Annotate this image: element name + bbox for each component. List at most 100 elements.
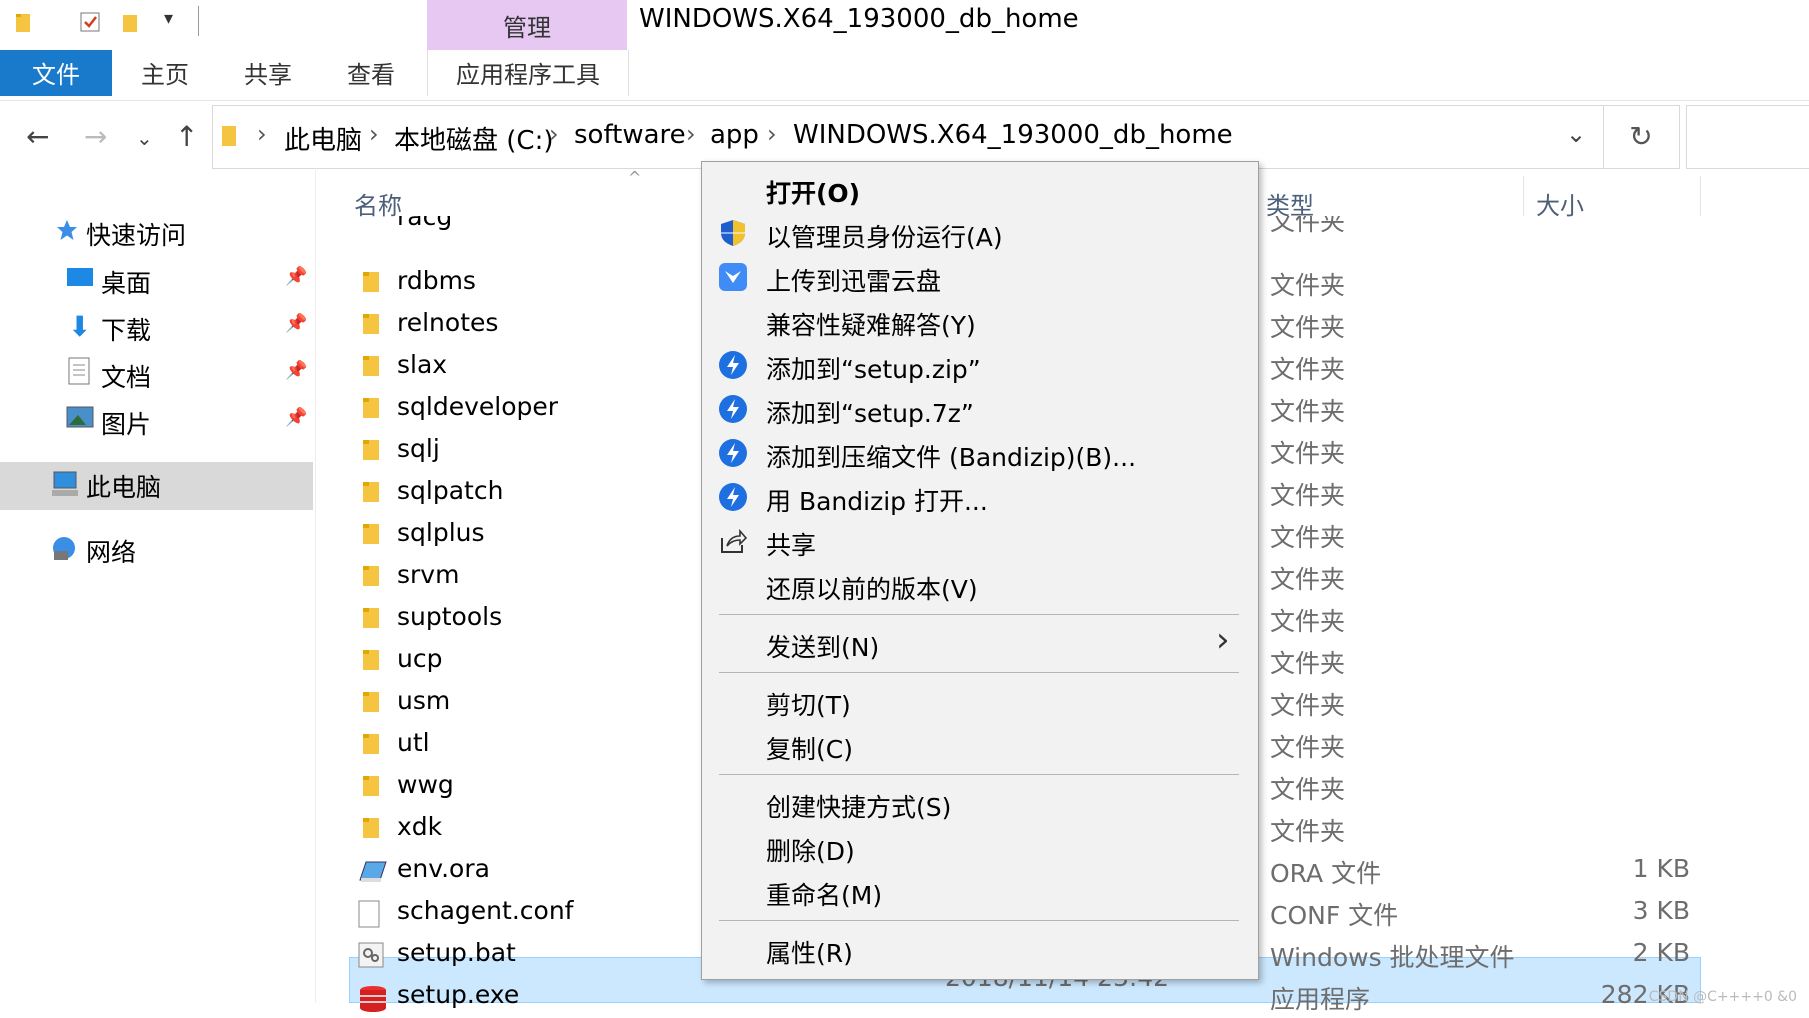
properties-check-icon[interactable] [78, 10, 102, 34]
sidebar-network[interactable]: 网络 [86, 533, 136, 569]
file-name[interactable]: sqldeveloper [397, 392, 558, 421]
file-type: 文件夹 [1270, 607, 1346, 636]
menu-item-share[interactable]: 共享 [766, 526, 816, 562]
refresh-icon[interactable]: ↻ [1603, 105, 1680, 169]
bandizip-icon [719, 483, 747, 511]
menu-item-open-bandizip[interactable]: 用 Bandizip 打开... [766, 482, 988, 518]
file-name[interactable]: env.ora [397, 854, 490, 883]
menu-item-add-archive[interactable]: 添加到压缩文件 (Bandizip)(B)... [766, 438, 1136, 474]
breadcrumb-current-folder[interactable]: WINDOWS.X64_193000_db_home [793, 120, 1233, 150]
file-type: 文件夹 [1270, 565, 1346, 594]
new-folder-icon[interactable] [120, 10, 144, 34]
file-type: Windows 批处理文件 [1270, 943, 1515, 972]
file-name[interactable]: racg [397, 216, 452, 231]
tab-home[interactable]: 主页 [125, 50, 205, 96]
tab-file[interactable]: 文件 [0, 50, 112, 96]
breadcrumb-software[interactable]: software [574, 120, 686, 150]
folder-icon [362, 816, 382, 844]
bat-file-icon [358, 942, 384, 972]
file-type: 文件夹 [1270, 817, 1346, 846]
menu-item-create-shortcut[interactable]: 创建快捷方式(S) [766, 788, 951, 824]
file-name[interactable]: xdk [397, 812, 442, 841]
file-name[interactable]: usm [397, 686, 450, 715]
tab-view[interactable]: 查看 [331, 50, 411, 96]
pin-icon[interactable]: 📌 [285, 266, 307, 287]
menu-divider [719, 920, 1239, 921]
xunlei-cloud-icon [719, 263, 747, 291]
menu-item-cut[interactable]: 剪切(T) [766, 686, 851, 722]
folder-icon [362, 396, 382, 424]
menu-item-copy[interactable]: 复制(C) [766, 730, 853, 766]
file-name[interactable]: sqlplus [397, 518, 485, 547]
file-name[interactable]: rdbms [397, 266, 476, 295]
file-type: 文件夹 [1270, 481, 1346, 510]
sidebar-item-documents[interactable]: 文档 [101, 358, 151, 394]
breadcrumb-app[interactable]: app [710, 120, 759, 150]
file-size: 2 KB [1632, 938, 1690, 967]
file-type: 文件夹 [1270, 313, 1346, 342]
ora-file-icon [358, 858, 388, 888]
file-type: 文件夹 [1270, 775, 1346, 804]
address-dropdown-chevron-icon[interactable]: ⌄ [1566, 120, 1586, 148]
menu-item-delete[interactable]: 删除(D) [766, 832, 855, 868]
file-name[interactable]: setup.exe [397, 980, 519, 1009]
file-name[interactable]: sqlpatch [397, 476, 503, 505]
file-size: 1 KB [1632, 854, 1690, 883]
sidebar-item-desktop[interactable]: 桌面 [101, 264, 151, 300]
folder-icon[interactable] [14, 10, 38, 34]
folder-icon [362, 312, 382, 340]
folder-icon [362, 732, 382, 760]
pin-icon[interactable]: 📌 [285, 407, 307, 428]
back-arrow-icon[interactable]: ← [26, 120, 49, 153]
watermark: CSDN @C++++0 &0 [1648, 989, 1797, 1005]
sidebar-this-pc[interactable]: 此电脑 [86, 468, 161, 504]
menu-item-add-zip[interactable]: 添加到“setup.zip” [766, 350, 981, 386]
folder-icon [362, 438, 382, 466]
file-type: 应用程序 [1270, 985, 1371, 1014]
manage-context-tab: 管理 [427, 0, 627, 50]
file-type: 文件夹 [1270, 691, 1346, 720]
forward-arrow-icon[interactable]: → [84, 120, 107, 153]
up-arrow-icon[interactable]: ↑ [175, 120, 198, 153]
file-name[interactable]: relnotes [397, 308, 498, 337]
menu-item-open[interactable]: 打开(O) [766, 174, 860, 210]
menu-item-rename[interactable]: 重命名(M) [766, 876, 882, 912]
recent-locations-chevron-icon[interactable]: ⌄ [136, 126, 153, 150]
sort-ascending-icon: ^ [628, 168, 642, 187]
menu-item-add-7z[interactable]: 添加到“setup.7z” [766, 394, 974, 430]
file-type: CONF 文件 [1270, 901, 1399, 930]
window-title: WINDOWS.X64_193000_db_home [639, 4, 1079, 34]
menu-item-upload-xunlei[interactable]: 上传到迅雷云盘 [766, 262, 941, 298]
file-name[interactable]: setup.bat [397, 938, 516, 967]
share-icon [721, 528, 748, 553]
file-name[interactable]: suptools [397, 602, 502, 631]
customize-qat-icon[interactable]: ▾ [164, 8, 173, 29]
pin-icon[interactable]: 📌 [285, 313, 307, 334]
breadcrumb-local-disk[interactable]: 本地磁盘 (C:) [394, 120, 553, 157]
menu-item-run-as-admin[interactable]: 以管理员身份运行(A) [766, 218, 1003, 254]
search-input[interactable] [1686, 105, 1809, 169]
file-name[interactable]: srvm [397, 560, 459, 589]
menu-item-restore-previous[interactable]: 还原以前的版本(V) [766, 570, 978, 606]
file-type: 文件夹 [1270, 397, 1346, 426]
menu-item-compatibility[interactable]: 兼容性疑难解答(Y) [766, 306, 976, 342]
file-name[interactable]: sqlj [397, 434, 440, 463]
tab-application-tools[interactable]: 应用程序工具 [427, 50, 629, 96]
sidebar-item-downloads[interactable]: 下载 [101, 311, 151, 347]
pin-icon[interactable]: 📌 [285, 360, 307, 381]
menu-item-send-to[interactable]: 发送到(N) [766, 628, 879, 664]
tab-share[interactable]: 共享 [228, 50, 308, 96]
file-name[interactable]: ucp [397, 644, 442, 673]
breadcrumb-this-pc[interactable]: 此电脑 [284, 120, 362, 157]
breadcrumb-separator-icon: › [767, 120, 777, 148]
file-name[interactable]: wwg [397, 770, 454, 799]
file-name[interactable]: slax [397, 350, 447, 379]
file-name[interactable]: schagent.conf [397, 896, 573, 925]
folder-icon [362, 564, 382, 592]
sidebar-item-pictures[interactable]: 图片 [101, 405, 151, 441]
menu-item-properties[interactable]: 属性(R) [766, 934, 853, 970]
sidebar-quick-access[interactable]: 快速访问 [86, 216, 186, 252]
file-name[interactable]: utl [397, 728, 430, 757]
divider [198, 6, 199, 36]
download-arrow-icon: ⬇ [68, 310, 92, 343]
